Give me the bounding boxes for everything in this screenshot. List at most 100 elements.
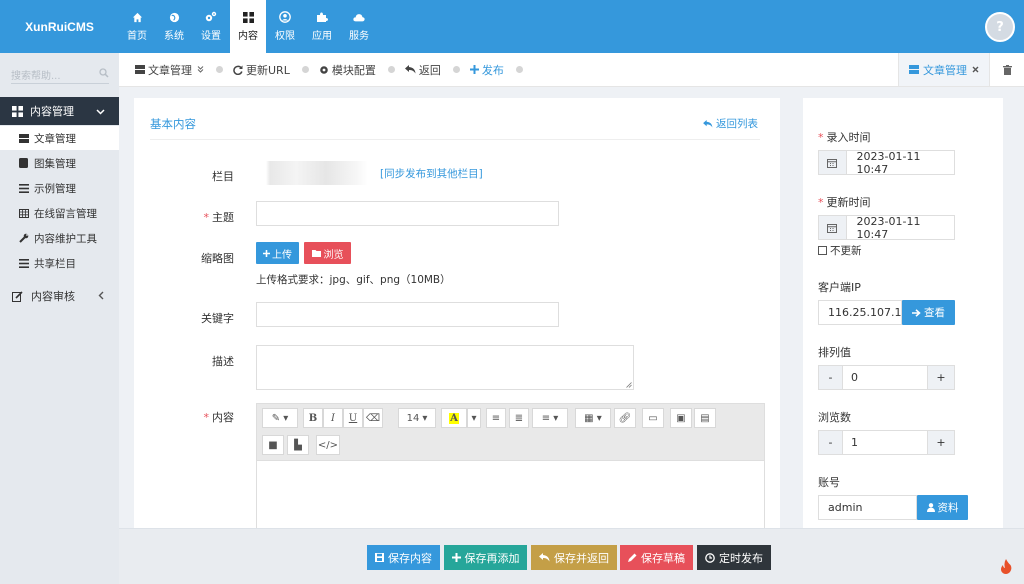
save-add-button[interactable]: 保存再添加 (444, 545, 527, 570)
font-color-icon: A (449, 412, 459, 424)
plus-icon (469, 65, 479, 74)
hits-plus-button[interactable]: + (927, 431, 954, 454)
sidebar-item-maintenance[interactable]: 内容维护工具 (0, 226, 119, 250)
nav-apps[interactable]: 应用 (304, 0, 340, 53)
keywords-input[interactable] (256, 302, 559, 327)
folder-icon (311, 249, 321, 257)
nav-label: 设置 (201, 31, 221, 42)
logo[interactable]: XunRuiCMS (0, 0, 119, 53)
table-button[interactable]: ▦ ▾ (575, 408, 611, 428)
grid-icon (242, 11, 254, 23)
globe-icon (168, 11, 180, 23)
browse-button[interactable]: 浏览 (304, 242, 351, 264)
profile-button[interactable]: 资料 (917, 495, 968, 520)
upload-button[interactable]: 上传 (256, 242, 299, 264)
hits-minus-button[interactable]: - (819, 431, 843, 454)
ordered-list-button[interactable]: ≣ (509, 408, 529, 428)
italic-button[interactable]: I (323, 408, 343, 428)
entry-time-input[interactable]: 2023-01-11 10:47 (818, 150, 955, 176)
bold-button[interactable]: B (303, 408, 323, 428)
color-dropdown[interactable]: ▾ (467, 408, 481, 428)
nav-label: 系统 (164, 31, 184, 42)
hits-stepper[interactable]: - 1 + (818, 430, 955, 455)
code-button[interactable]: </> (316, 435, 340, 455)
nav-label: 内容 (238, 31, 258, 42)
sidebar-item-label: 文章管理 (34, 132, 76, 145)
toolbar-article-manage[interactable]: 文章管理 (135, 62, 204, 78)
sync-category-link[interactable]: [同步发布到其他栏目] (380, 166, 483, 181)
page-scrollbar[interactable] (1018, 87, 1024, 527)
align-button[interactable]: ≡ ▾ (532, 408, 568, 428)
code-icon: </> (317, 439, 339, 451)
nav-service[interactable]: 服务 (341, 0, 377, 53)
nav-home[interactable]: 首页 (119, 0, 155, 53)
timed-publish-button[interactable]: 定时发布 (697, 545, 771, 570)
resize-handle-icon[interactable] (626, 382, 632, 388)
update-time-label: * 更新时间 (818, 196, 871, 209)
back-list-link[interactable]: 返回列表 (703, 116, 758, 131)
close-icon[interactable] (972, 66, 979, 73)
underline-button[interactable]: U (343, 408, 363, 428)
ip-input[interactable]: 116.25.107.1… (818, 300, 902, 325)
sidebar-item-example[interactable]: 示例管理 (0, 176, 119, 200)
video-icon: ■ (268, 439, 278, 451)
paint-format-button[interactable]: ✎ ▾ (262, 408, 298, 428)
list-icon (19, 183, 30, 193)
sidebar-item-article[interactable]: 文章管理 (0, 126, 119, 150)
nav-permission[interactable]: 权限 (267, 0, 303, 53)
tab-article-manage[interactable]: 文章管理 (898, 53, 989, 86)
sort-minus-button[interactable]: - (819, 366, 843, 389)
file-button[interactable]: ▭ (642, 408, 664, 428)
attachment-button[interactable]: ▙ (287, 435, 309, 455)
sidebar-item-shared[interactable]: 共享栏目 (0, 251, 119, 275)
sidebar: 搜索帮助... 内容管理 文章管理 图集管理 示例管理 在线留言管理 内容维护工… (0, 53, 119, 584)
update-time-input[interactable]: 2023-01-11 10:47 (818, 215, 955, 241)
toolbar-update-url[interactable]: 更新URL (233, 62, 290, 78)
eraser-button[interactable]: ⌫ (363, 408, 383, 428)
reply-icon (703, 119, 713, 128)
toolbar-right: 文章管理 (898, 53, 1024, 86)
subject-input[interactable] (256, 201, 559, 226)
multi-image-button[interactable]: ▤ (694, 408, 716, 428)
no-update-option[interactable]: 不更新 (818, 243, 862, 258)
sidebar-group-content[interactable]: 内容管理 (0, 97, 119, 125)
save-back-button[interactable]: 保存并返回 (531, 545, 617, 570)
chevron-left-icon (98, 290, 104, 303)
description-textarea[interactable] (256, 345, 634, 390)
image-button[interactable]: ▣ (670, 408, 692, 428)
link-button[interactable]: 🔗︎ (614, 408, 636, 428)
sidebar-search[interactable]: 搜索帮助... (11, 66, 109, 84)
toolbar-module-config[interactable]: 模块配置 (319, 62, 376, 78)
divider (150, 139, 760, 140)
sort-value[interactable]: 0 (843, 371, 927, 384)
rich-text-editor[interactable]: ✎ ▾ B I U ⌫ 14 ▾ A ▾ ≡ ≣ ≡ ▾ ▦ ▾ 🔗︎ ▭ ▣ ▤… (256, 403, 765, 533)
no-update-checkbox[interactable] (818, 246, 827, 255)
image-icon: ▣ (676, 412, 686, 424)
account-input[interactable]: admin (818, 495, 917, 520)
sort-stepper[interactable]: - 0 + (818, 365, 955, 390)
nav-settings[interactable]: 设置 (193, 0, 229, 53)
hits-value[interactable]: 1 (843, 436, 927, 449)
video-button[interactable]: ■ (262, 435, 284, 455)
save-button[interactable]: 保存内容 (367, 545, 440, 570)
nav-content[interactable]: 内容 (230, 0, 266, 53)
save-draft-button[interactable]: 保存草稿 (620, 545, 693, 570)
sidebar-item-guestbook[interactable]: 在线留言管理 (0, 201, 119, 225)
sidebar-group-audit[interactable]: 内容审核 (0, 283, 119, 309)
view-ip-button[interactable]: 查看 (902, 300, 955, 325)
trash-button[interactable] (989, 53, 1024, 86)
category-select[interactable] (256, 161, 368, 185)
toolbar-publish[interactable]: 发布 (469, 62, 504, 78)
fire-icon[interactable] (996, 556, 1016, 576)
sidebar-item-gallery[interactable]: 图集管理 (0, 151, 119, 175)
search-icon[interactable] (99, 68, 109, 81)
avatar[interactable]: ? (985, 12, 1015, 42)
toolbar-label: 更新URL (246, 63, 290, 77)
toolbar-back[interactable]: 返回 (404, 62, 441, 78)
bullet-list-button[interactable]: ≡ (486, 408, 506, 428)
nav-system[interactable]: 系统 (156, 0, 192, 53)
text-color-button[interactable]: A (441, 408, 467, 428)
sort-plus-button[interactable]: + (927, 366, 954, 389)
font-size-select[interactable]: 14 ▾ (398, 408, 436, 428)
separator-dot (301, 66, 309, 73)
